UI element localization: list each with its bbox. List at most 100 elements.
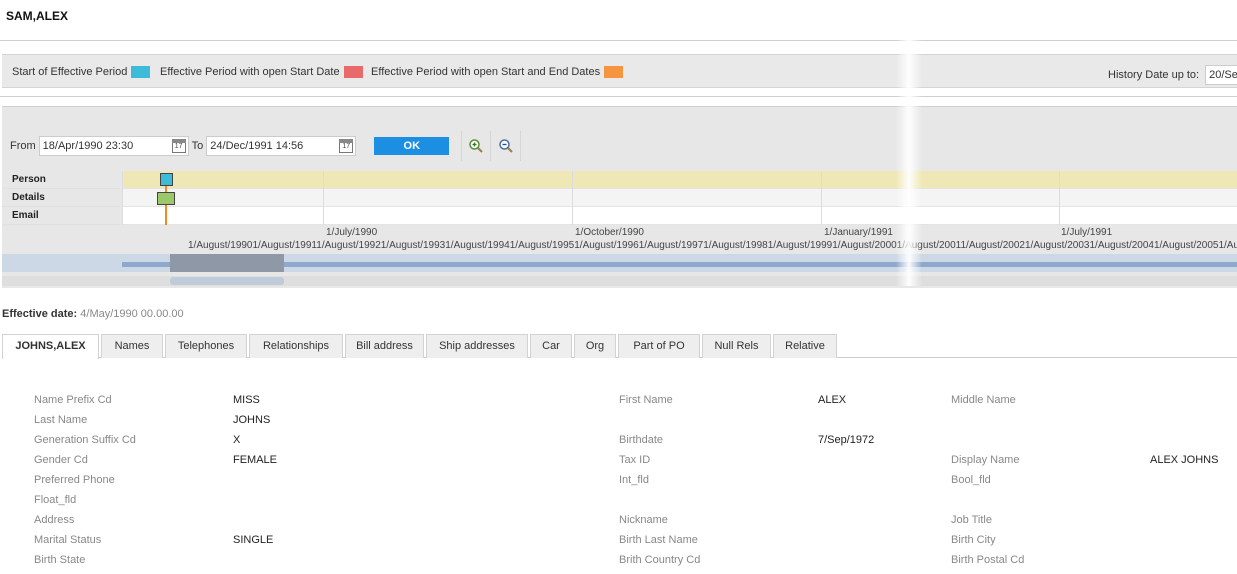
tab-org[interactable]: Org [574, 334, 616, 358]
tab-null-rels[interactable]: Null Rels [702, 334, 771, 358]
history-date-input[interactable]: 20/Se [1205, 65, 1237, 85]
tab-relative[interactable]: Relative [773, 334, 837, 358]
axis-tick-label: 1/October/1990 [575, 227, 644, 238]
row-track[interactable] [122, 171, 1237, 189]
page-title: SAM,ALEX [6, 9, 69, 23]
to-label: To [191, 140, 204, 152]
timeline-row-person: Person [2, 171, 1237, 189]
person-period-marker[interactable] [160, 173, 173, 186]
from-date-value: 18/Apr/1990 23:30 [42, 140, 134, 152]
grid-line [821, 171, 822, 225]
date-range-bar: From 18/Apr/1990 23:30 17 To 24/Dec/1991… [10, 131, 522, 161]
zoom-in-icon[interactable] [461, 131, 492, 161]
field-label-display-name: Display Name [951, 454, 1020, 466]
legend-swatch [131, 66, 151, 78]
history-date: History Date up to: 20/Se [1108, 65, 1237, 85]
field-value-display-name: ALEX JOHNS [1150, 454, 1219, 466]
field-label-marital-status: Marital Status [34, 534, 102, 546]
field-label-birth-postal-cd: Birth Postal Cd [951, 554, 1025, 566]
legend-label: Start of Effective Period [12, 66, 128, 78]
from-date-input[interactable]: 18/Apr/1990 23:30 17 [38, 136, 189, 156]
axis-tick-label: 1/July/1990 [326, 227, 378, 238]
overview-track [122, 262, 1237, 267]
tab-johns-alex[interactable]: JOHNS,ALEX [2, 334, 99, 359]
timeline-row-email: Email [2, 207, 1237, 225]
tab-names[interactable]: Names [101, 334, 163, 358]
field-label-generation-suffix-cd: Generation Suffix Cd [34, 434, 136, 446]
effective-date: Effective date: 4/May/1990 00.00.00 [2, 308, 184, 320]
field-label-birth-last-name: Birth Last Name [619, 534, 698, 546]
field-label-tax-id: Tax ID [619, 454, 651, 466]
row-label-person: Person [2, 171, 120, 189]
axis-tick-label: 1/July/1991 [1061, 227, 1113, 238]
row-label-email: Email [2, 207, 120, 225]
axis-tick-label: 1/January/1991 [824, 227, 893, 238]
effective-date-value: 4/May/1990 00.00.00 [80, 308, 184, 320]
field-value-generation-suffix-cd: X [233, 434, 241, 446]
legend-item-open-start: Effective Period with open Start Date [160, 66, 363, 78]
field-label-middle-name: Middle Name [951, 394, 1016, 406]
ok-button[interactable]: OK [374, 137, 450, 155]
grid-line [122, 171, 123, 225]
history-date-label: History Date up to: [1108, 69, 1200, 81]
zoom-out-icon[interactable] [491, 131, 522, 161]
grid-line [323, 171, 324, 225]
legend-swatch [604, 66, 624, 78]
legend-bar: Start of Effective Period Effective Peri… [2, 54, 1237, 88]
timeline-scrollbar[interactable] [2, 276, 1237, 286]
timeline-row-details: Details [2, 189, 1237, 207]
calendar-icon[interactable]: 17 [171, 139, 186, 153]
field-label-brith-country-cd: Brith Country Cd [619, 554, 701, 566]
field-label-birthdate: Birthdate [619, 434, 664, 446]
field-value-birthdate: 7/Sep/1972 [818, 434, 875, 446]
field-label-gender-cd: Gender Cd [34, 454, 88, 466]
field-label-last-name: Last Name [34, 414, 88, 426]
legend-item-start: Start of Effective Period [12, 66, 151, 78]
legend-label: Effective Period with open Start and End… [371, 66, 601, 78]
to-date-input[interactable]: 24/Dec/1991 14:56 17 [206, 136, 357, 156]
calendar-day: 17 [342, 143, 351, 150]
field-label-preferred-phone: Preferred Phone [34, 474, 115, 486]
scrollbar-thumb[interactable] [170, 277, 284, 285]
overview-band[interactable] [2, 254, 1237, 272]
tab-telephones[interactable]: Telephones [165, 334, 247, 358]
divider [0, 40, 1237, 41]
field-label-first-name: First Name [619, 394, 673, 406]
grid-line [1059, 171, 1060, 225]
effective-date-label: Effective date: [2, 308, 78, 320]
field-label-nickname: Nickname [619, 514, 668, 526]
overview-selection[interactable] [170, 254, 284, 272]
field-label-name-prefix-cd: Name Prefix Cd [34, 394, 112, 406]
field-label-bool-fld: Bool_fld [951, 474, 991, 486]
legend-item-open-start-end: Effective Period with open Start and End… [371, 66, 624, 78]
field-label-int-fld: Int_fld [619, 474, 649, 486]
grid-line [572, 171, 573, 225]
calendar-day: 17 [174, 143, 183, 150]
field-value-last-name: JOHNS [233, 414, 271, 426]
overview-axis-labels: 1/August/19901/August/19911/August/19921… [188, 240, 1237, 251]
field-value-first-name: ALEX [818, 394, 847, 406]
tab-relationships[interactable]: Relationships [249, 334, 343, 358]
tab-bill-address[interactable]: Bill address [345, 334, 424, 358]
row-track[interactable] [122, 207, 1237, 225]
details-period-marker[interactable] [157, 192, 175, 205]
row-label-details: Details [2, 189, 120, 207]
tab-car[interactable]: Car [530, 334, 572, 358]
field-value-gender-cd: FEMALE [233, 454, 278, 466]
legend-swatch [343, 66, 363, 78]
calendar-icon[interactable]: 17 [339, 139, 354, 153]
field-value-name-prefix-cd: MISS [233, 394, 260, 406]
field-label-birth-city: Birth City [951, 534, 996, 546]
row-track[interactable] [122, 189, 1237, 207]
field-value-marital-status: SINGLE [233, 534, 274, 546]
field-label-job-title: Job Title [951, 514, 992, 526]
tab-part-of-po[interactable]: Part of PO [618, 334, 700, 358]
field-label-birth-state: Birth State [34, 554, 86, 566]
to-date-value: 24/Dec/1991 14:56 [210, 140, 304, 152]
tab-ship-addresses[interactable]: Ship addresses [426, 334, 528, 358]
field-label-float-fld: Float_fld [34, 494, 77, 506]
legend-label: Effective Period with open Start Date [160, 66, 340, 78]
divider [0, 96, 1237, 97]
record-tabs: JOHNS,ALEX Names Telephones Relationship… [2, 334, 1237, 359]
from-label: From [10, 140, 36, 152]
